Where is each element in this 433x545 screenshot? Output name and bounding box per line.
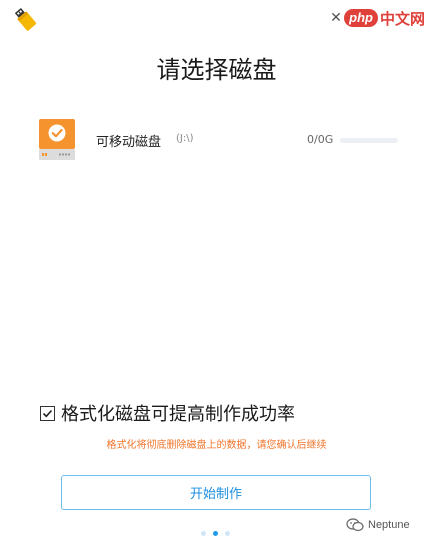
format-warning-text: 格式化将彻底删除磁盘上的数据，请您确认后继续: [106, 440, 327, 451]
watermark-wechat: Neptune: [346, 518, 410, 532]
start-making-button[interactable]: 开始制作: [61, 475, 371, 510]
removable-disk-icon: [38, 118, 76, 162]
page-dot[interactable]: [213, 531, 218, 536]
app-usb-icon: [12, 6, 38, 32]
disk-list-item[interactable]: 可移动磁盘 (J:\) 0/0G: [38, 118, 408, 164]
format-option[interactable]: 格式化磁盘可提高制作成功率: [40, 400, 295, 426]
checkmark-icon: [42, 409, 53, 417]
format-option-label: 格式化磁盘可提高制作成功率: [61, 404, 295, 425]
watermark-php-badge: php: [344, 9, 378, 27]
disk-usage-bar: [340, 138, 398, 143]
disk-name: 可移动磁盘: [96, 135, 162, 150]
disk-drive-letter: (J:\): [176, 133, 194, 144]
disk-capacity: 0/0G: [307, 133, 334, 146]
wechat-icon: [346, 518, 364, 532]
page-title: 请选择磁盘: [156, 56, 277, 84]
page-dot[interactable]: [201, 531, 206, 536]
close-button[interactable]: ✕: [328, 10, 344, 26]
page-indicator: [201, 531, 230, 536]
watermark-php-text: 中文网: [379, 10, 425, 28]
watermark-wechat-text: Neptune: [368, 519, 410, 531]
format-checkbox[interactable]: [40, 405, 55, 421]
close-icon: ✕: [330, 10, 342, 26]
page-dot[interactable]: [225, 531, 230, 536]
watermark-php-logo: php 中文网: [344, 6, 425, 30]
